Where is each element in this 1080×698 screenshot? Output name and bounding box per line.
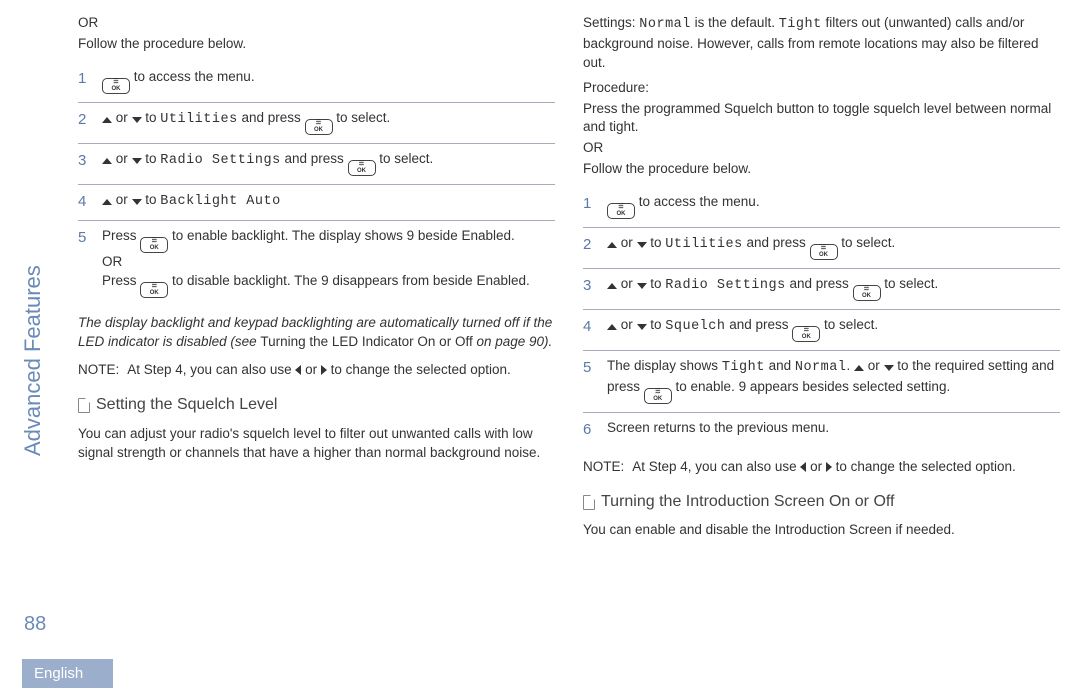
note-label: NOTE: bbox=[78, 361, 119, 380]
language-tab: English bbox=[22, 659, 113, 688]
right-column: Settings: Normal is the default. Tight f… bbox=[583, 14, 1060, 630]
step-number: 6 bbox=[583, 419, 595, 440]
or-text: OR bbox=[78, 14, 555, 33]
ok-button-icon: ☰OK bbox=[102, 78, 130, 94]
note-block: NOTE: At Step 4, you can also use or to … bbox=[583, 458, 1060, 477]
document-icon bbox=[78, 398, 90, 413]
section-body: You can adjust your radio's squelch leve… bbox=[78, 425, 555, 463]
note-body: At Step 4, you can also use or to change… bbox=[632, 458, 1016, 477]
note-block: NOTE: At Step 4, you can also use or to … bbox=[78, 361, 555, 380]
ok-button-icon: ☰OK bbox=[305, 119, 333, 135]
procedure-label: Procedure: bbox=[583, 79, 1060, 98]
up-arrow-icon bbox=[102, 117, 112, 123]
step-body: or to Backlight Auto bbox=[102, 191, 555, 212]
section-heading: Setting the Squelch Level bbox=[78, 394, 555, 416]
up-arrow-icon bbox=[607, 324, 617, 330]
up-arrow-icon bbox=[854, 365, 864, 371]
page-content: OR Follow the procedure below. 1 ☰OK to … bbox=[0, 0, 1080, 630]
left-column: OR Follow the procedure below. 1 ☰OK to … bbox=[78, 14, 555, 630]
document-icon bbox=[583, 495, 595, 510]
ok-button-icon: ☰OK bbox=[348, 160, 376, 176]
step-number: 5 bbox=[78, 227, 90, 248]
step-row: 5 Press ☰OK to enable backlight. The dis… bbox=[78, 221, 555, 306]
or-text: OR bbox=[583, 139, 1060, 158]
down-arrow-icon bbox=[637, 242, 647, 248]
step-number: 4 bbox=[78, 191, 90, 212]
step-row: 1 ☰OK to access the menu. bbox=[583, 187, 1060, 228]
up-arrow-icon bbox=[607, 242, 617, 248]
ok-button-icon: ☰OK bbox=[810, 244, 838, 260]
step-row: 3 or to Radio Settings and press ☰OK to … bbox=[583, 269, 1060, 310]
ok-button-icon: ☰OK bbox=[607, 203, 635, 219]
down-arrow-icon bbox=[637, 283, 647, 289]
note-label: NOTE: bbox=[583, 458, 624, 477]
step-number: 4 bbox=[583, 316, 595, 337]
italic-note: The display backlight and keypad backlig… bbox=[78, 314, 555, 352]
ok-button-icon: ☰OK bbox=[644, 388, 672, 404]
step-body: or to Radio Settings and press ☰OK to se… bbox=[607, 275, 1060, 301]
step-row: 4 or to Squelch and press ☰OK to select. bbox=[583, 310, 1060, 351]
ok-button-icon: ☰OK bbox=[140, 282, 168, 298]
step-body: or to Utilities and press ☰OK to select. bbox=[607, 234, 1060, 260]
procedure-body: Press the programmed Squelch button to t… bbox=[583, 100, 1060, 138]
step-number: 3 bbox=[583, 275, 595, 296]
step-row: 2 or to Utilities and press ☰OK to selec… bbox=[583, 228, 1060, 269]
ok-button-icon: ☰OK bbox=[792, 326, 820, 342]
down-arrow-icon bbox=[637, 324, 647, 330]
step-number: 1 bbox=[78, 68, 90, 89]
step-body: The display shows Tight and Normal. or t… bbox=[607, 357, 1060, 404]
step-row: 6 Screen returns to the previous menu. bbox=[583, 413, 1060, 448]
step-row: 5 The display shows Tight and Normal. or… bbox=[583, 351, 1060, 413]
section-body: You can enable and disable the Introduct… bbox=[583, 521, 1060, 540]
up-arrow-icon bbox=[102, 158, 112, 164]
step-number: 1 bbox=[583, 193, 595, 214]
step-row: 4 or to Backlight Auto bbox=[78, 185, 555, 221]
step-body: or to Radio Settings and press ☰OK to se… bbox=[102, 150, 555, 176]
step-number: 2 bbox=[78, 109, 90, 130]
down-arrow-icon bbox=[132, 158, 142, 164]
note-body: At Step 4, you can also use or to change… bbox=[127, 361, 511, 380]
step-number: 5 bbox=[583, 357, 595, 378]
down-arrow-icon bbox=[132, 117, 142, 123]
up-arrow-icon bbox=[102, 199, 112, 205]
step-body: or to Utilities and press ☰OK to select. bbox=[102, 109, 555, 135]
follow-text: Follow the procedure below. bbox=[583, 160, 1060, 179]
step-row: 3 or to Radio Settings and press ☰OK to … bbox=[78, 144, 555, 185]
step-row: 1 ☰OK to access the menu. bbox=[78, 62, 555, 103]
ok-button-icon: ☰OK bbox=[853, 285, 881, 301]
follow-text: Follow the procedure below. bbox=[78, 35, 555, 54]
step-body: or to Squelch and press ☰OK to select. bbox=[607, 316, 1060, 342]
step-body: Screen returns to the previous menu. bbox=[607, 419, 1060, 438]
step-body: ☰OK to access the menu. bbox=[607, 193, 1060, 219]
section-heading: Turning the Introduction Screen On or Of… bbox=[583, 491, 1060, 513]
step-number: 2 bbox=[583, 234, 595, 255]
page-number: 88 bbox=[24, 613, 46, 636]
up-arrow-icon bbox=[607, 283, 617, 289]
section-vertical-label: Advanced Features bbox=[20, 265, 46, 456]
ok-button-icon: ☰OK bbox=[140, 237, 168, 253]
step-body: Press ☰OK to enable backlight. The displ… bbox=[102, 227, 555, 298]
step-row: 2 or to Utilities and press ☰OK to selec… bbox=[78, 103, 555, 144]
down-arrow-icon bbox=[132, 199, 142, 205]
down-arrow-icon bbox=[884, 365, 894, 371]
step-number: 3 bbox=[78, 150, 90, 171]
settings-text: Settings: Normal is the default. Tight f… bbox=[583, 14, 1060, 73]
step-body: ☰OK to access the menu. bbox=[102, 68, 555, 94]
